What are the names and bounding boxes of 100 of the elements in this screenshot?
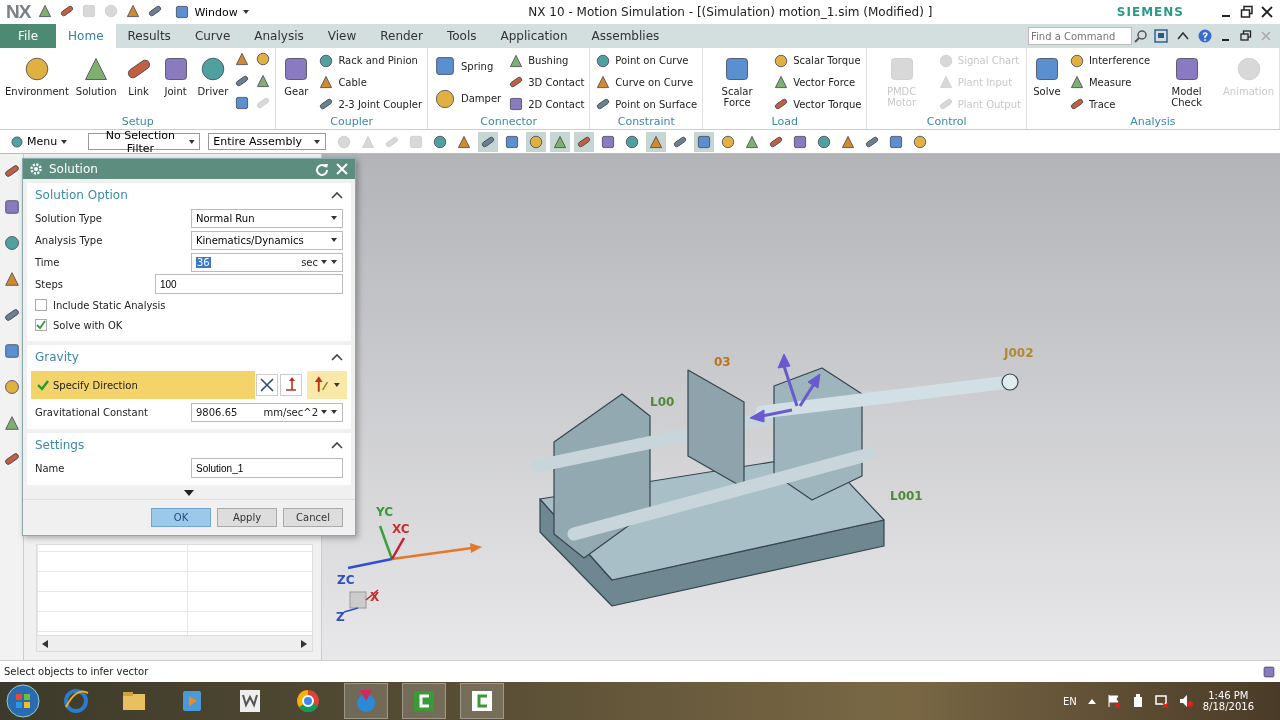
window-menu[interactable]: Window	[170, 4, 254, 20]
left-arrow-icon[interactable]	[41, 638, 49, 649]
network-icon[interactable]	[1154, 694, 1169, 708]
ribbon-button[interactable]: Joint	[158, 50, 193, 115]
inferred-vector-button[interactable]	[307, 371, 347, 399]
status-message: Select objects to infer vector	[4, 666, 149, 677]
ribbon-button[interactable]: Point on Surface	[593, 95, 700, 114]
clock-date[interactable]: 8/18/2016	[1202, 701, 1254, 712]
tab[interactable]: Analysis	[242, 24, 316, 48]
vise-drawing[interactable]	[530, 367, 1019, 607]
ribbon-button[interactable]: 3D Contact	[506, 73, 587, 92]
ribbon-button[interactable]: Solution	[73, 50, 119, 115]
tool-icon	[600, 133, 617, 150]
toolbar-button[interactable]	[694, 131, 715, 152]
tool-icon	[2, 198, 21, 216]
section-title[interactable]: Gravity	[35, 350, 79, 364]
ribbon-button[interactable]: Vector Torque	[771, 95, 864, 114]
restore-icon[interactable]	[1240, 30, 1252, 42]
chevron-icon[interactable]	[331, 441, 343, 449]
command-search-field[interactable]: Find a Command	[1028, 27, 1132, 45]
toolbar-button[interactable]	[478, 131, 499, 152]
vector-dialog-button[interactable]	[280, 374, 302, 396]
close-icon[interactable]	[1260, 5, 1274, 19]
dropdown[interactable]: Normal Run	[191, 208, 343, 228]
ribbon-button[interactable]: Damper	[431, 82, 504, 115]
right-arrow-icon[interactable]	[300, 638, 308, 649]
toolbar-button[interactable]	[646, 131, 667, 152]
ribbon-button[interactable]: Scalar Force	[706, 50, 769, 115]
tab[interactable]: Curve	[182, 24, 243, 48]
dropdown[interactable]: Kinematics/Dynamics	[191, 230, 343, 250]
ribbon-button[interactable]: Rack and Pinion	[316, 51, 424, 70]
help-icon[interactable]	[1198, 29, 1212, 43]
ribbon-button[interactable]: Vector Force	[771, 73, 864, 92]
tab[interactable]: Application	[488, 24, 580, 48]
toolbar-button[interactable]	[550, 131, 571, 152]
more-arrow-icon[interactable]	[184, 489, 194, 497]
ribbon-button[interactable]: Link	[121, 50, 156, 115]
ribbon-button[interactable]: Environment	[3, 50, 71, 115]
ribbon-button[interactable]: Solve	[1029, 50, 1064, 115]
file-tab[interactable]: File	[0, 24, 57, 48]
ribbon-button[interactable]: Driver	[195, 50, 231, 115]
taskbar-app[interactable]	[460, 683, 504, 719]
unit-field[interactable]: 36 sec	[191, 252, 343, 272]
text-field[interactable]: Solution_1	[191, 458, 343, 478]
ribbon-button[interactable]: Gear	[279, 50, 314, 115]
reverse-direction-button[interactable]	[256, 374, 278, 396]
unit-field[interactable]: 9806.65 mm/sec^2	[191, 402, 343, 422]
ribbon-button[interactable]: Model Check	[1155, 50, 1218, 115]
checkbox-label[interactable]: Include Static Analysis	[53, 299, 166, 311]
taskbar-app[interactable]	[402, 683, 446, 719]
dropdown[interactable]: No Selection Filter	[88, 133, 201, 150]
dialog-button[interactable]: OK	[151, 508, 211, 527]
flag-icon[interactable]	[1106, 694, 1121, 708]
ribbon-button[interactable]: Cable	[316, 73, 424, 92]
checkbox[interactable]	[35, 319, 47, 331]
ribbon-button[interactable]: Trace	[1066, 95, 1153, 114]
checkbox[interactable]	[35, 299, 47, 311]
tab[interactable]: Assemblies	[579, 24, 672, 48]
tray-arrow-icon[interactable]	[1086, 697, 1097, 705]
toolbar-button[interactable]	[526, 131, 547, 152]
ribbon-button[interactable]: 2D Contact	[506, 95, 587, 114]
clock-time[interactable]: 1:46 PM	[1208, 690, 1249, 701]
start-button-icon[interactable]	[6, 684, 40, 718]
ribbon-button[interactable]: Bushing	[506, 51, 587, 70]
speaker-icon[interactable]	[1178, 694, 1193, 708]
tab[interactable]: Render	[368, 24, 435, 48]
tool-icon	[888, 133, 905, 150]
tab[interactable]: Tools	[434, 24, 489, 48]
tool-icon	[1068, 74, 1085, 91]
tab[interactable]: Home	[56, 24, 116, 48]
section-title[interactable]: Solution Option	[35, 188, 128, 202]
reset-icon[interactable]	[315, 162, 329, 176]
tool-icon	[2, 234, 21, 252]
dialog-button[interactable]: Cancel	[283, 508, 343, 527]
ribbon-button[interactable]: Scalar Torque	[771, 51, 864, 70]
scrollbar[interactable]	[37, 635, 312, 651]
ribbon-button[interactable]: Spring	[431, 50, 504, 83]
chevron-icon[interactable]	[331, 353, 343, 361]
text-field[interactable]: 100	[155, 274, 343, 294]
vector-selector[interactable]: Specify Direction	[31, 371, 255, 399]
language-indicator[interactable]: EN	[1062, 695, 1077, 707]
tab[interactable]: Results	[115, 24, 183, 48]
tool-icon	[773, 52, 790, 69]
chevron-icon[interactable]	[331, 191, 343, 199]
ribbon-button[interactable]: Measure	[1066, 73, 1153, 92]
checkbox-label[interactable]: Solve with OK	[53, 319, 123, 331]
dialog-button[interactable]: Apply	[217, 508, 277, 527]
gear-icon	[29, 162, 43, 176]
ribbon-button[interactable]: 2-3 Joint Coupler	[316, 95, 424, 114]
tool-icon	[552, 133, 569, 150]
section-title[interactable]: Settings	[35, 438, 85, 452]
ribbon-button[interactable]: Point on Curve	[593, 51, 700, 70]
ribbon-button[interactable]: Interference	[1066, 51, 1153, 70]
model-label: L001	[890, 489, 923, 503]
restore-icon[interactable]	[1240, 5, 1254, 19]
dropdown[interactable]: Entire Assembly	[208, 133, 327, 150]
menu-button[interactable]: Menu	[4, 133, 75, 150]
toolbar-button[interactable]	[574, 131, 595, 152]
tab[interactable]: View	[315, 24, 369, 48]
ribbon-button[interactable]: Curve on Curve	[593, 73, 700, 92]
